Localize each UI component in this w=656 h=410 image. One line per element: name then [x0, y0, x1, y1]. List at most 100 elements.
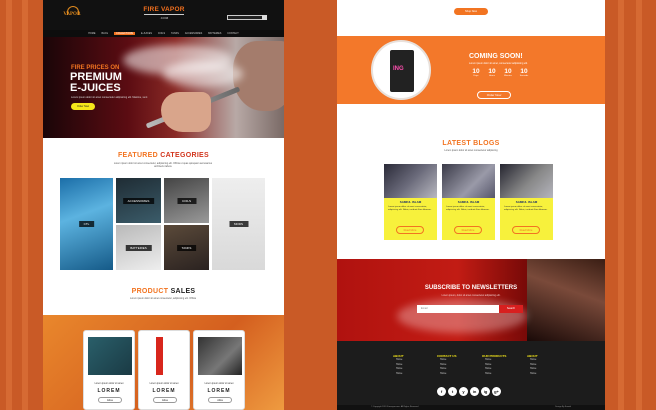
- countdown-value: 10: [488, 68, 496, 75]
- category-tile-batteries[interactable]: BATTERIES: [116, 225, 161, 270]
- product-heading-a: PRODUCT: [131, 288, 169, 295]
- product-title: LOREM: [97, 388, 121, 394]
- product-button[interactable]: Alika: [208, 397, 232, 403]
- facebook-icon[interactable]: f: [437, 387, 446, 396]
- countdown-unit: Seconds: [519, 75, 529, 77]
- blog-card[interactable]: SAMIUL ISLAM Lorem ipsum dolor sit amet …: [500, 164, 553, 240]
- countdown-unit: Hours: [489, 75, 495, 77]
- bg-stripe: [618, 0, 624, 410]
- hero-order-button[interactable]: Order Now: [71, 103, 96, 110]
- category-tile-tanks[interactable]: TANKS: [164, 225, 209, 270]
- blog-card[interactable]: SAMIUL ISLAM Lorem ipsum dolor sit amet …: [442, 164, 495, 240]
- hero-subtitle: Lorem ipsum dolor sit amet consectetur a…: [71, 96, 148, 99]
- latest-blogs-subtitle: Lorem ipsum dolor sit amet consectetur a…: [444, 149, 498, 152]
- copyright-bar: © Copyright 2019 Firevapor.com. All Righ…: [337, 405, 605, 410]
- blog-card[interactable]: SAMIUL ISLAM Lorem ipsum dolor sit amet …: [384, 164, 437, 240]
- smoke-cloud: [163, 61, 243, 87]
- nav-item[interactable]: E-Juices: [141, 32, 152, 35]
- read-more-button[interactable]: Read More: [512, 226, 540, 234]
- shop-now-button[interactable]: Shop Now: [454, 8, 488, 15]
- product-circle: ING: [371, 40, 431, 100]
- brand-name[interactable]: FIRE VAPOR .COM: [139, 6, 189, 20]
- read-more-button[interactable]: Read More: [396, 226, 424, 234]
- design-credit: Design By Samiul: [555, 406, 571, 408]
- nav-item[interactable]: Blog: [101, 32, 108, 35]
- featured-heading-b: CATEGORIES: [160, 152, 209, 159]
- product-card[interactable]: Lorem ipsum dolor sit amet LOREM Alika: [193, 330, 245, 410]
- product-image: [198, 337, 242, 375]
- search-input[interactable]: [227, 15, 263, 20]
- eliquid-box-image: ING: [390, 50, 414, 92]
- category-tile-ctl[interactable]: CTL: [60, 178, 113, 270]
- footer-link[interactable]: Home: [527, 372, 567, 377]
- read-more-button[interactable]: Read More: [454, 226, 482, 234]
- header: VAPOR FIRE VAPOR .COM: [43, 0, 284, 30]
- footer-link[interactable]: Home: [482, 372, 522, 377]
- category-label: CTL: [78, 221, 95, 227]
- search-icon[interactable]: [262, 15, 267, 20]
- linkedin-icon[interactable]: in: [470, 387, 479, 396]
- google-plus-icon[interactable]: g+: [492, 387, 501, 396]
- brand-suffix: .COM: [159, 16, 169, 20]
- product-button[interactable]: Elisa: [153, 397, 177, 403]
- newsletter-section: SUBSCRIBE TO NEWSLETTERS Lorem ipsum, do…: [337, 259, 605, 341]
- newsletter-person-image: [527, 259, 605, 341]
- product-name: Lorem ipsum dolor sit amet: [149, 382, 179, 385]
- nav-item[interactable]: Accessories: [185, 32, 202, 35]
- category-tile-mods[interactable]: MODS: [212, 178, 265, 270]
- left-page-preview: VAPOR FIRE VAPOR .COM Home Blog Collecti…: [43, 0, 284, 410]
- blog-image: [384, 164, 437, 198]
- countdown-unit: Minutes: [504, 75, 512, 77]
- footer-column: CONTACT US Home Home Home Home: [437, 354, 477, 376]
- footer-link[interactable]: Home: [393, 372, 433, 377]
- product-button[interactable]: Elisa: [98, 397, 122, 403]
- category-label: BATTERIES: [125, 244, 152, 251]
- instagram-icon[interactable]: ig: [481, 387, 490, 396]
- newsletter-placeholder: Email: [421, 307, 428, 310]
- blog-excerpt: Lorem ipsum dolor sit amet consectetur, …: [504, 206, 548, 211]
- nav-item[interactable]: Contact: [227, 32, 238, 35]
- bg-stripe: [636, 0, 642, 410]
- nav-item[interactable]: Tanks: [171, 32, 179, 35]
- copyright-text: © Copyright 2019 Firevapor.com. All Righ…: [371, 406, 419, 408]
- vapor-logo[interactable]: VAPOR: [61, 6, 83, 24]
- nav-item[interactable]: Batteries: [208, 32, 221, 35]
- youtube-icon[interactable]: y: [459, 387, 468, 396]
- order-now-button[interactable]: Order Now: [477, 91, 511, 99]
- blog-image: [500, 164, 553, 198]
- nav-item[interactable]: Coils: [158, 32, 165, 35]
- countdown-seconds: 10 Seconds: [517, 68, 531, 77]
- featured-subtitle: Lorem ipsum dolor sit amet consectetur, …: [113, 162, 213, 168]
- featured-heading: FEATURED CATEGORIES: [43, 152, 284, 159]
- footer: ABOUT Home Home Home Home CONTACT US Hom…: [337, 341, 605, 410]
- hero-banner: FIRE PRICES ON PREMIUM E-JUICES Lorem ip…: [43, 37, 284, 138]
- brand-divider: [144, 14, 184, 15]
- hero-headline: PREMIUM E-JUICES: [70, 72, 122, 94]
- category-label: ACCESSORIES: [122, 197, 155, 204]
- footer-link[interactable]: Home: [437, 372, 477, 377]
- product-card[interactable]: Lorem ipsum dolor sit amet LOREM Elisa: [138, 330, 190, 410]
- bg-stripe: [22, 0, 28, 410]
- hero-headline-line: E-JUICES: [70, 82, 121, 94]
- logo-text: VAPOR: [63, 12, 81, 17]
- newsletter-submit-button[interactable]: Search: [499, 305, 523, 313]
- product-name: Lorem ipsum dolor sit amet: [94, 382, 124, 385]
- category-tile-accessories[interactable]: ACCESSORIES: [116, 178, 161, 223]
- product-image: [143, 337, 187, 375]
- twitter-icon[interactable]: t: [448, 387, 457, 396]
- product-name: Lorem ipsum dolor sit amet: [204, 382, 234, 385]
- newsletter-email-input[interactable]: Email: [417, 305, 499, 313]
- product-card[interactable]: Lorem ipsum dolor sit amet LOREM Elisa: [83, 330, 135, 410]
- blog-author: SAMIUL ISLAM: [399, 200, 422, 204]
- product-title: LOREM: [207, 388, 231, 394]
- countdown-days: 10 Days: [469, 68, 483, 77]
- blog-author: SAMIUL ISLAM: [457, 200, 480, 204]
- product-title: LOREM: [152, 388, 176, 394]
- nav-item[interactable]: Home: [88, 32, 95, 35]
- category-label: MODS: [229, 221, 248, 227]
- product-heading-b: SALES: [170, 288, 196, 295]
- nav-item-active[interactable]: Collections: [114, 32, 136, 35]
- category-tile-coils[interactable]: COILS: [164, 178, 209, 223]
- coming-soon-section: ING COMING SOON! Lorem ipsum dolor sit a…: [337, 36, 605, 104]
- product-sales-section: Lorem ipsum dolor sit amet LOREM Elisa L…: [43, 315, 284, 410]
